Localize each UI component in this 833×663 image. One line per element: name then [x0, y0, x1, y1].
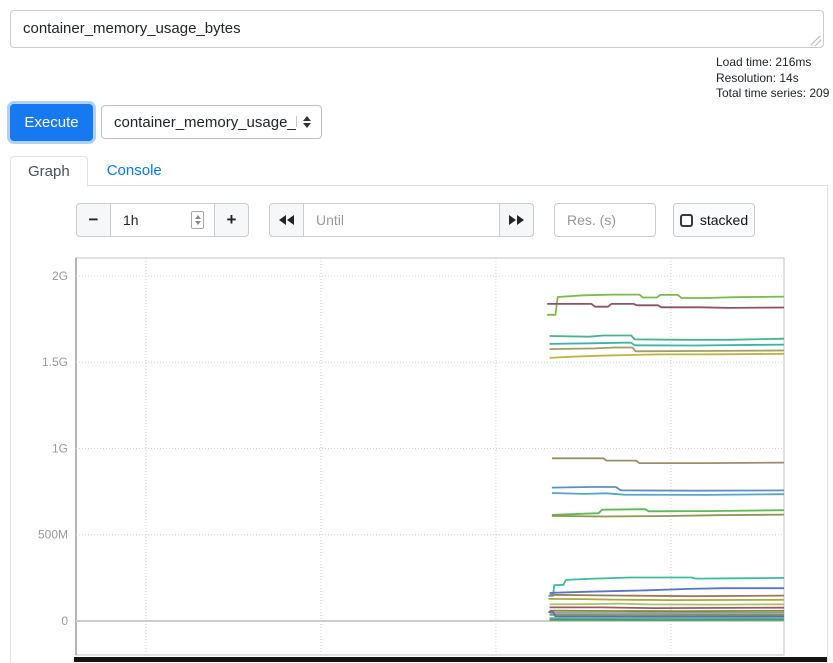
range-decrease-button[interactable]: − [76, 203, 111, 237]
load-time: Load time: 216ms [716, 55, 829, 71]
double-left-arrow-icon [279, 215, 294, 225]
y-tick-label: 0 [61, 614, 68, 628]
y-tick-label: 500M [38, 528, 68, 542]
range-value: 1h [123, 212, 139, 228]
total-time-series: Total time series: 209 [716, 86, 829, 102]
series-line [550, 607, 784, 608]
y-tick-label: 1.5G [42, 355, 68, 369]
series-line [550, 611, 784, 612]
series-line [550, 343, 784, 346]
metric-select-dropdown[interactable]: container_memory_usage_bytes [101, 105, 322, 139]
series-line [550, 604, 784, 605]
select-updown-icon [303, 116, 311, 128]
resolution-placeholder: Res. (s) [567, 212, 616, 228]
series-line [552, 487, 784, 491]
until-placeholder: Until [316, 212, 344, 228]
series-line [552, 493, 784, 495]
tab-console[interactable]: Console [88, 156, 181, 185]
resolution: Resolution: 14s [716, 71, 829, 87]
series-line [550, 354, 784, 358]
series-line [552, 515, 784, 517]
tab-graph[interactable]: Graph [10, 156, 88, 187]
until-input[interactable]: Until [303, 203, 500, 237]
range-input[interactable]: 1h [110, 203, 215, 237]
query-expression-input[interactable]: container_memory_usage_bytes [10, 10, 824, 48]
double-right-arrow-icon [509, 215, 524, 225]
resolution-input[interactable]: Res. (s) [554, 203, 656, 237]
shift-backward-button[interactable] [269, 203, 304, 237]
shift-forward-button[interactable] [499, 203, 534, 237]
series-line [550, 588, 784, 593]
chart-container: 21:4522:0022:1522:300500M1G1.5G2G [11, 255, 827, 663]
series-line [552, 458, 784, 463]
series-line [548, 578, 784, 596]
number-spinner-icon[interactable] [191, 211, 204, 229]
time-shift-group: Until [269, 203, 534, 237]
graph-panel: − 1h + Until Res. (s) stacked 21:4522:00… [10, 186, 828, 663]
series-line [550, 595, 784, 596]
bottom-divider-bar [74, 657, 827, 662]
series-line [547, 304, 784, 308]
series-line [550, 348, 784, 352]
stacked-checkbox-icon[interactable] [680, 214, 693, 227]
y-tick-label: 2G [52, 269, 68, 283]
y-tick-label: 1G [52, 441, 68, 455]
series-line [548, 599, 784, 600]
range-control-group: − 1h + [76, 203, 249, 237]
stacked-label: stacked [700, 212, 748, 228]
query-stats: Load time: 216ms Resolution: 14s Total t… [716, 55, 829, 102]
range-increase-button[interactable]: + [214, 203, 249, 237]
execute-button[interactable]: Execute [10, 104, 93, 141]
series-line [550, 336, 784, 340]
tab-bar: Graph Console [10, 156, 828, 186]
metric-select-value: container_memory_usage_bytes [114, 114, 297, 131]
stacked-toggle-button[interactable]: stacked [673, 203, 755, 237]
memory-usage-line-chart[interactable]: 21:4522:0022:1522:300500M1G1.5G2G [11, 255, 827, 663]
